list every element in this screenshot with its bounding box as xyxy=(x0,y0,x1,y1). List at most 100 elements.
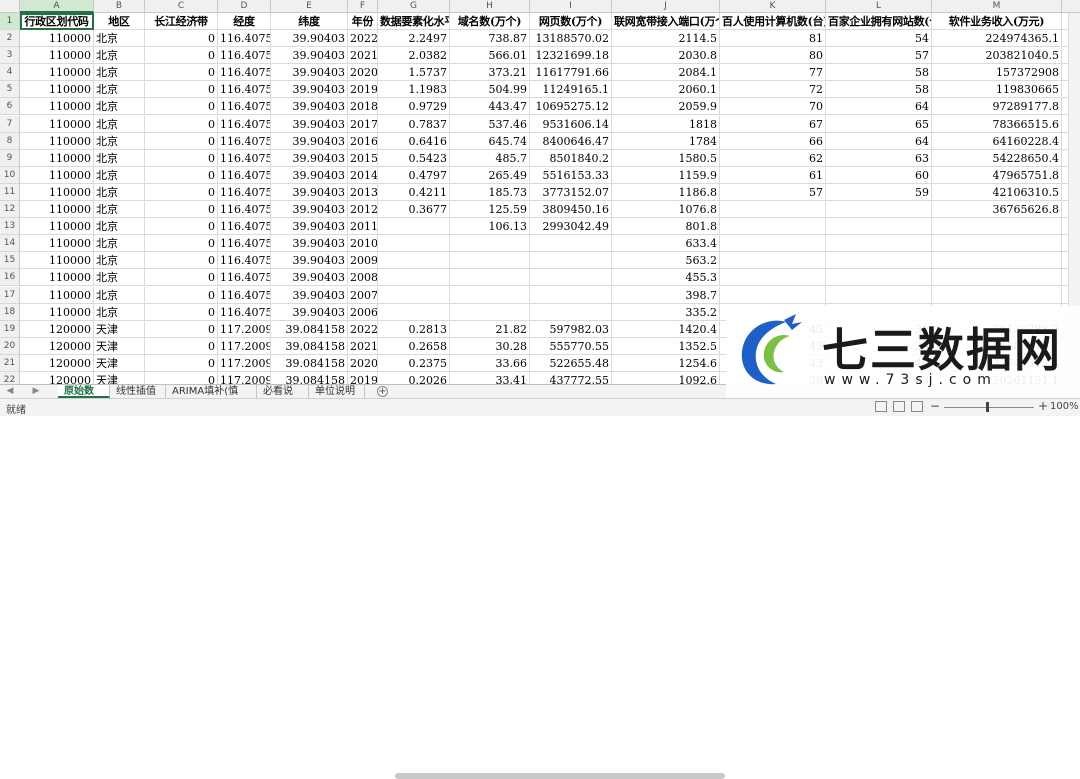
cell[interactable]: 39.90403 xyxy=(271,218,348,236)
column-header-k[interactable]: K xyxy=(720,0,826,13)
cell[interactable] xyxy=(378,235,450,253)
column-header-e[interactable]: E xyxy=(271,0,348,13)
row-number[interactable]: 14 xyxy=(0,235,20,253)
cell[interactable]: 北京 xyxy=(94,149,145,167)
row-number[interactable]: 2 xyxy=(0,30,20,47)
cell[interactable]: 1818 xyxy=(612,115,720,133)
cell[interactable]: 0 xyxy=(145,201,218,218)
cell[interactable]: 2019 xyxy=(348,81,378,99)
cell[interactable]: 北京 xyxy=(94,218,145,236)
column-header-m[interactable]: M xyxy=(932,0,1062,13)
cell[interactable]: 64160228.4 xyxy=(932,132,1062,150)
cell[interactable]: 801.8 xyxy=(612,218,720,236)
cell[interactable]: 504.99 xyxy=(450,81,530,99)
cell[interactable]: 36765626.8 xyxy=(932,201,1062,218)
zoom-slider-thumb[interactable] xyxy=(986,402,989,412)
cell[interactable]: 65 xyxy=(826,115,932,133)
cell[interactable]: 117.20098 xyxy=(218,354,271,372)
cell[interactable]: 116.40753 xyxy=(218,252,271,270)
cell[interactable]: 天津 xyxy=(94,320,145,338)
cell[interactable]: 北京 xyxy=(94,183,145,201)
cell[interactable] xyxy=(826,235,932,253)
cell[interactable]: 2014 xyxy=(348,166,378,184)
cell[interactable]: 537.46 xyxy=(450,115,530,133)
cell[interactable]: 0.4211 xyxy=(378,183,450,201)
cell[interactable] xyxy=(826,286,932,304)
cell[interactable]: 58 xyxy=(826,81,932,99)
cell[interactable]: 0.2375 xyxy=(378,354,450,372)
cell[interactable]: 天津 xyxy=(94,337,145,355)
cell[interactable] xyxy=(530,252,612,270)
cell[interactable]: 58 xyxy=(826,64,932,82)
cell[interactable]: 0.9729 xyxy=(378,98,450,116)
cell[interactable]: 110000 xyxy=(20,269,94,287)
cell[interactable]: 110000 xyxy=(20,115,94,133)
row-number[interactable]: 17 xyxy=(0,286,20,304)
cell[interactable]: 398.7 xyxy=(612,286,720,304)
cell[interactable]: 1420.4 xyxy=(612,320,720,338)
cell[interactable]: 335.2 xyxy=(612,303,720,321)
cell[interactable] xyxy=(530,235,612,253)
cell[interactable]: 110000 xyxy=(20,235,94,253)
cell[interactable]: 12321699.18 xyxy=(530,47,612,65)
cell[interactable]: 2011 xyxy=(348,218,378,236)
cell[interactable]: 2007 xyxy=(348,286,378,304)
row-number[interactable]: 1 xyxy=(0,13,20,30)
row-number[interactable]: 6 xyxy=(0,98,20,116)
row-number[interactable]: 20 xyxy=(0,337,20,355)
row-number[interactable]: 21 xyxy=(0,354,20,372)
cell[interactable]: 81 xyxy=(720,30,826,47)
cell[interactable]: 633.4 xyxy=(612,235,720,253)
header-cell[interactable]: 网页数(万个) xyxy=(530,13,612,30)
cell[interactable]: 0 xyxy=(145,354,218,372)
cell[interactable]: 2084.1 xyxy=(612,64,720,82)
cell[interactable]: 117.20098 xyxy=(218,320,271,338)
cell[interactable]: 110000 xyxy=(20,149,94,167)
cell[interactable]: 9531606.14 xyxy=(530,115,612,133)
cell[interactable]: 北京 xyxy=(94,252,145,270)
column-header-j[interactable]: J xyxy=(612,0,720,13)
cell[interactable]: 北京 xyxy=(94,47,145,65)
header-cell[interactable]: 数据要素化水平 xyxy=(378,13,450,30)
cell[interactable]: 70 xyxy=(720,98,826,116)
cell[interactable]: 185.73 xyxy=(450,183,530,201)
cell[interactable]: 39.90403 xyxy=(271,303,348,321)
header-cell[interactable]: 行政区划代码 xyxy=(20,13,94,30)
header-cell[interactable]: 域名数(万个) xyxy=(450,13,530,30)
cell[interactable]: 0 xyxy=(145,30,218,47)
cell[interactable]: 106.13 xyxy=(450,218,530,236)
cell[interactable]: 555770.55 xyxy=(530,337,612,355)
column-header-a[interactable]: A xyxy=(20,0,94,13)
sheet-tab[interactable]: 必看说明 xyxy=(257,385,309,410)
cell[interactable]: 2008 xyxy=(348,269,378,287)
cell[interactable]: 0 xyxy=(145,115,218,133)
column-header-i[interactable]: I xyxy=(530,0,612,13)
cell[interactable]: 2006 xyxy=(348,303,378,321)
cell[interactable]: 39.90403 xyxy=(271,149,348,167)
column-header-g[interactable]: G xyxy=(378,0,450,13)
cell[interactable]: 0 xyxy=(145,81,218,99)
cell[interactable]: 455.3 xyxy=(612,269,720,287)
cell[interactable]: 485.7 xyxy=(450,149,530,167)
cell[interactable] xyxy=(450,252,530,270)
cell[interactable]: 1186.8 xyxy=(612,183,720,201)
cell[interactable]: 2114.5 xyxy=(612,30,720,47)
cell[interactable]: 39.084158 xyxy=(271,337,348,355)
cell[interactable]: 116.40753 xyxy=(218,201,271,218)
cell[interactable]: 2016 xyxy=(348,132,378,150)
cell[interactable] xyxy=(932,218,1062,236)
cell[interactable]: 67 xyxy=(720,115,826,133)
cell[interactable]: 北京 xyxy=(94,64,145,82)
cell[interactable]: 80 xyxy=(720,47,826,65)
cell[interactable]: 北京 xyxy=(94,235,145,253)
cell[interactable]: 0.2658 xyxy=(378,337,450,355)
header-cell[interactable]: 年份 xyxy=(348,13,378,30)
cell[interactable]: 0 xyxy=(145,320,218,338)
column-header-d[interactable]: D xyxy=(218,0,271,13)
cell[interactable]: 0 xyxy=(145,286,218,304)
cell[interactable] xyxy=(826,218,932,236)
cell[interactable]: 120000 xyxy=(20,320,94,338)
cell[interactable] xyxy=(378,269,450,287)
cell[interactable]: 64 xyxy=(826,132,932,150)
cell[interactable]: 2010 xyxy=(348,235,378,253)
